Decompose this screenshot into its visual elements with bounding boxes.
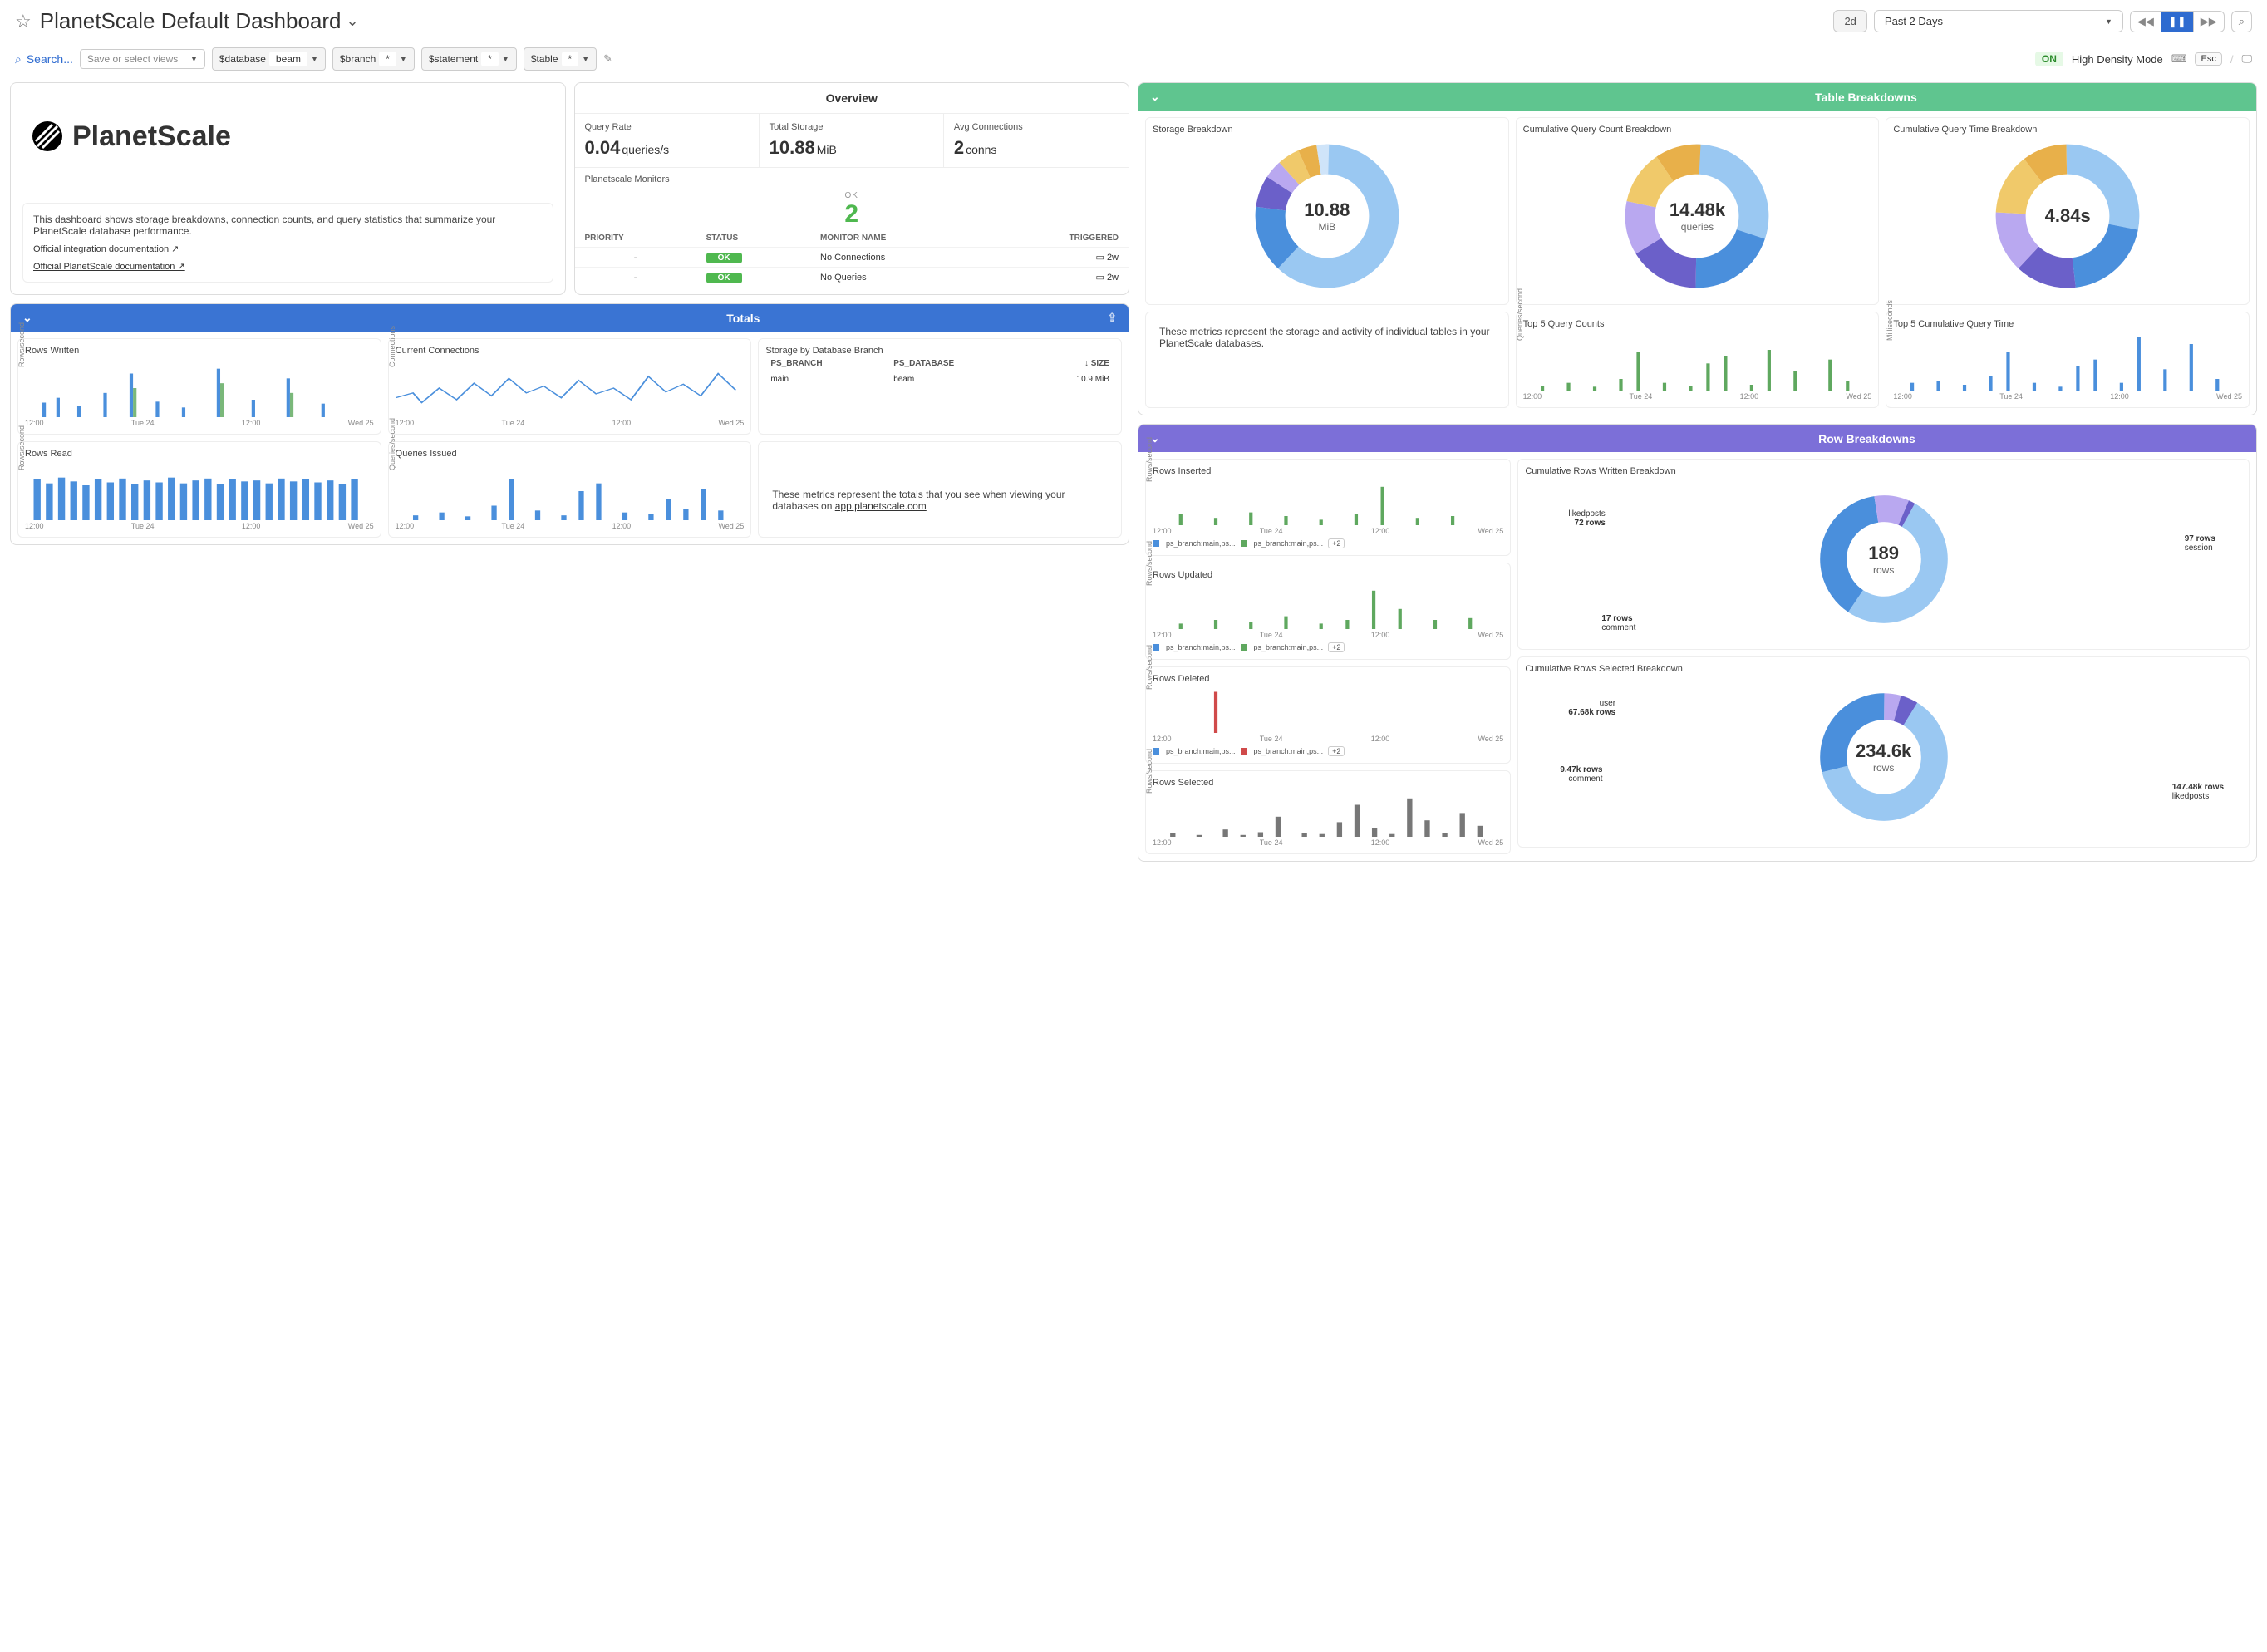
table-row[interactable]: mainbeam10.9 MiB [765, 371, 1114, 387]
var-branch[interactable]: $branch * ▼ [332, 47, 415, 71]
page-title: PlanetScale Default Dashboard [40, 8, 342, 34]
planetscale-doc-link[interactable]: Official PlanetScale documentation ↗ [33, 261, 543, 272]
monitors-table: PRIORITY STATUS MONITOR NAME TRIGGERED -… [575, 229, 1129, 287]
var-table[interactable]: $table * ▼ [524, 47, 597, 71]
row-breakdowns-section: ⌄ Row Breakdowns Rows Inserted Rows/seco… [1138, 424, 2257, 862]
rows-deleted-chart[interactable]: Rows Deleted Rows/second 12:00Tue 2412:0… [1145, 666, 1511, 764]
table-row[interactable]: - OK No Connections ▭ 2w [575, 248, 1129, 268]
views-select[interactable]: Save or select views ▼ [80, 49, 205, 69]
share-icon[interactable]: ⇪ [1107, 311, 1117, 325]
storage-breakdown-donut[interactable]: Storage Breakdown 10.88MiB [1145, 117, 1509, 305]
density-label[interactable]: High Density Mode [2072, 53, 2163, 66]
density-on-badge: ON [2035, 52, 2063, 66]
current-connections-chart[interactable]: Current Connections Connections 12:00Tue… [388, 338, 752, 435]
planetscale-logo-icon [31, 120, 64, 153]
table-row[interactable]: - OK No Queries ▭ 2w [575, 268, 1129, 288]
top5-query-time-chart[interactable]: Top 5 Cumulative Query Time Milliseconds… [1886, 312, 2250, 408]
rewind-button[interactable]: ◀◀ [2131, 12, 2161, 32]
avg-conns-cell: Avg Connections 2conns [944, 114, 1129, 167]
rows-selected-donut[interactable]: Cumulative Rows Selected Breakdown 234.6… [1517, 656, 2250, 848]
monitor-icon[interactable]: 🖵 [2241, 52, 2252, 66]
edit-icon[interactable]: ✎ [603, 52, 612, 66]
app-link[interactable]: app.planetscale.com [835, 500, 927, 512]
favorite-star-icon[interactable]: ☆ [15, 11, 32, 32]
overview-panel: Overview Query Rate 0.04queries/s Total … [574, 82, 1130, 295]
table-breakdowns-header[interactable]: ⌄ Table Breakdowns [1138, 83, 2256, 111]
planetscale-logo: PlanetScale [22, 95, 553, 203]
queries-issued-chart[interactable]: Queries Issued Queries/second 12:00Tue 2… [388, 441, 752, 538]
calendar-icon: ▭ [1095, 253, 1104, 263]
var-statement[interactable]: $statement * ▼ [421, 47, 517, 71]
forward-button[interactable]: ▶▶ [2194, 12, 2224, 32]
time-range-select[interactable]: Past 2 Days ▼ [1874, 10, 2123, 32]
query-count-donut[interactable]: Cumulative Query Count Breakdown 14.48kq… [1516, 117, 1880, 305]
rows-selected-chart[interactable]: Rows Selected Rows/second 12:00Tue 2412:… [1145, 770, 1511, 854]
table-breakdowns-note: These metrics represent the storage and … [1145, 312, 1509, 408]
playback-controls: ◀◀ ❚❚ ▶▶ [2130, 11, 2225, 32]
time-range-label: Past 2 Days [1885, 15, 1943, 27]
total-storage-cell: Total Storage 10.88MiB [760, 114, 944, 167]
time-range-badge[interactable]: 2d [1833, 10, 1866, 32]
esc-key: Esc [2195, 52, 2221, 66]
pause-button[interactable]: ❚❚ [2161, 12, 2194, 32]
search-input[interactable]: ⌕ Search... [15, 52, 73, 66]
totals-note: These metrics represent the totals that … [758, 441, 1122, 538]
rows-written-donut[interactable]: Cumulative Rows Written Breakdown 189row… [1517, 459, 2250, 650]
rows-read-chart[interactable]: Rows Read Rows/second 12:00Tue 2412:00We… [17, 441, 381, 538]
overview-title: Overview [575, 83, 1129, 113]
top5-query-counts-chart[interactable]: Top 5 Query Counts Queries/second 12:00T… [1516, 312, 1880, 408]
integration-doc-link[interactable]: Official integration documentation ↗ [33, 243, 543, 254]
monitors-title: Planetscale Monitors [575, 167, 1129, 191]
intro-panel: PlanetScale This dashboard shows storage… [10, 82, 566, 295]
rows-written-chart[interactable]: Rows Written Rows/second 12:00Tue 2412:0… [17, 338, 381, 435]
calendar-icon: ▭ [1095, 273, 1104, 283]
table-breakdowns-section: ⌄ Table Breakdowns Storage Breakdown [1138, 82, 2257, 415]
search-icon: ⌕ [15, 52, 22, 66]
query-rate-cell: Query Rate 0.04queries/s [575, 114, 760, 167]
storage-by-branch-table[interactable]: Storage by Database Branch PS_BRANCHPS_D… [758, 338, 1122, 435]
totals-header[interactable]: ⌄ Totals ⇪ [11, 304, 1129, 332]
rows-inserted-chart[interactable]: Rows Inserted Rows/second 12:00Tue 2412:… [1145, 459, 1511, 556]
var-database[interactable]: $database beam ▼ [212, 47, 326, 71]
chevron-down-icon: ⌄ [1150, 90, 1160, 104]
query-time-donut[interactable]: Cumulative Query Time Breakdown 4.84s [1886, 117, 2250, 305]
intro-desc: This dashboard shows storage breakdowns,… [33, 214, 495, 237]
monitors-ok-count: 2 [575, 200, 1129, 229]
zoom-button[interactable]: ⌕ [2231, 11, 2252, 32]
chevron-down-icon: ▼ [2105, 17, 2112, 26]
rows-updated-chart[interactable]: Rows Updated Rows/second 12:00Tue 2412:0… [1145, 563, 1511, 660]
totals-section: ⌄ Totals ⇪ Rows Written Rows/second 12:0… [10, 303, 1129, 545]
title-chevron-icon[interactable]: ⌄ [347, 12, 359, 30]
row-breakdowns-header[interactable]: ⌄ Row Breakdowns [1138, 425, 2256, 452]
keyboard-icon[interactable]: ⌨ [2171, 52, 2187, 66]
